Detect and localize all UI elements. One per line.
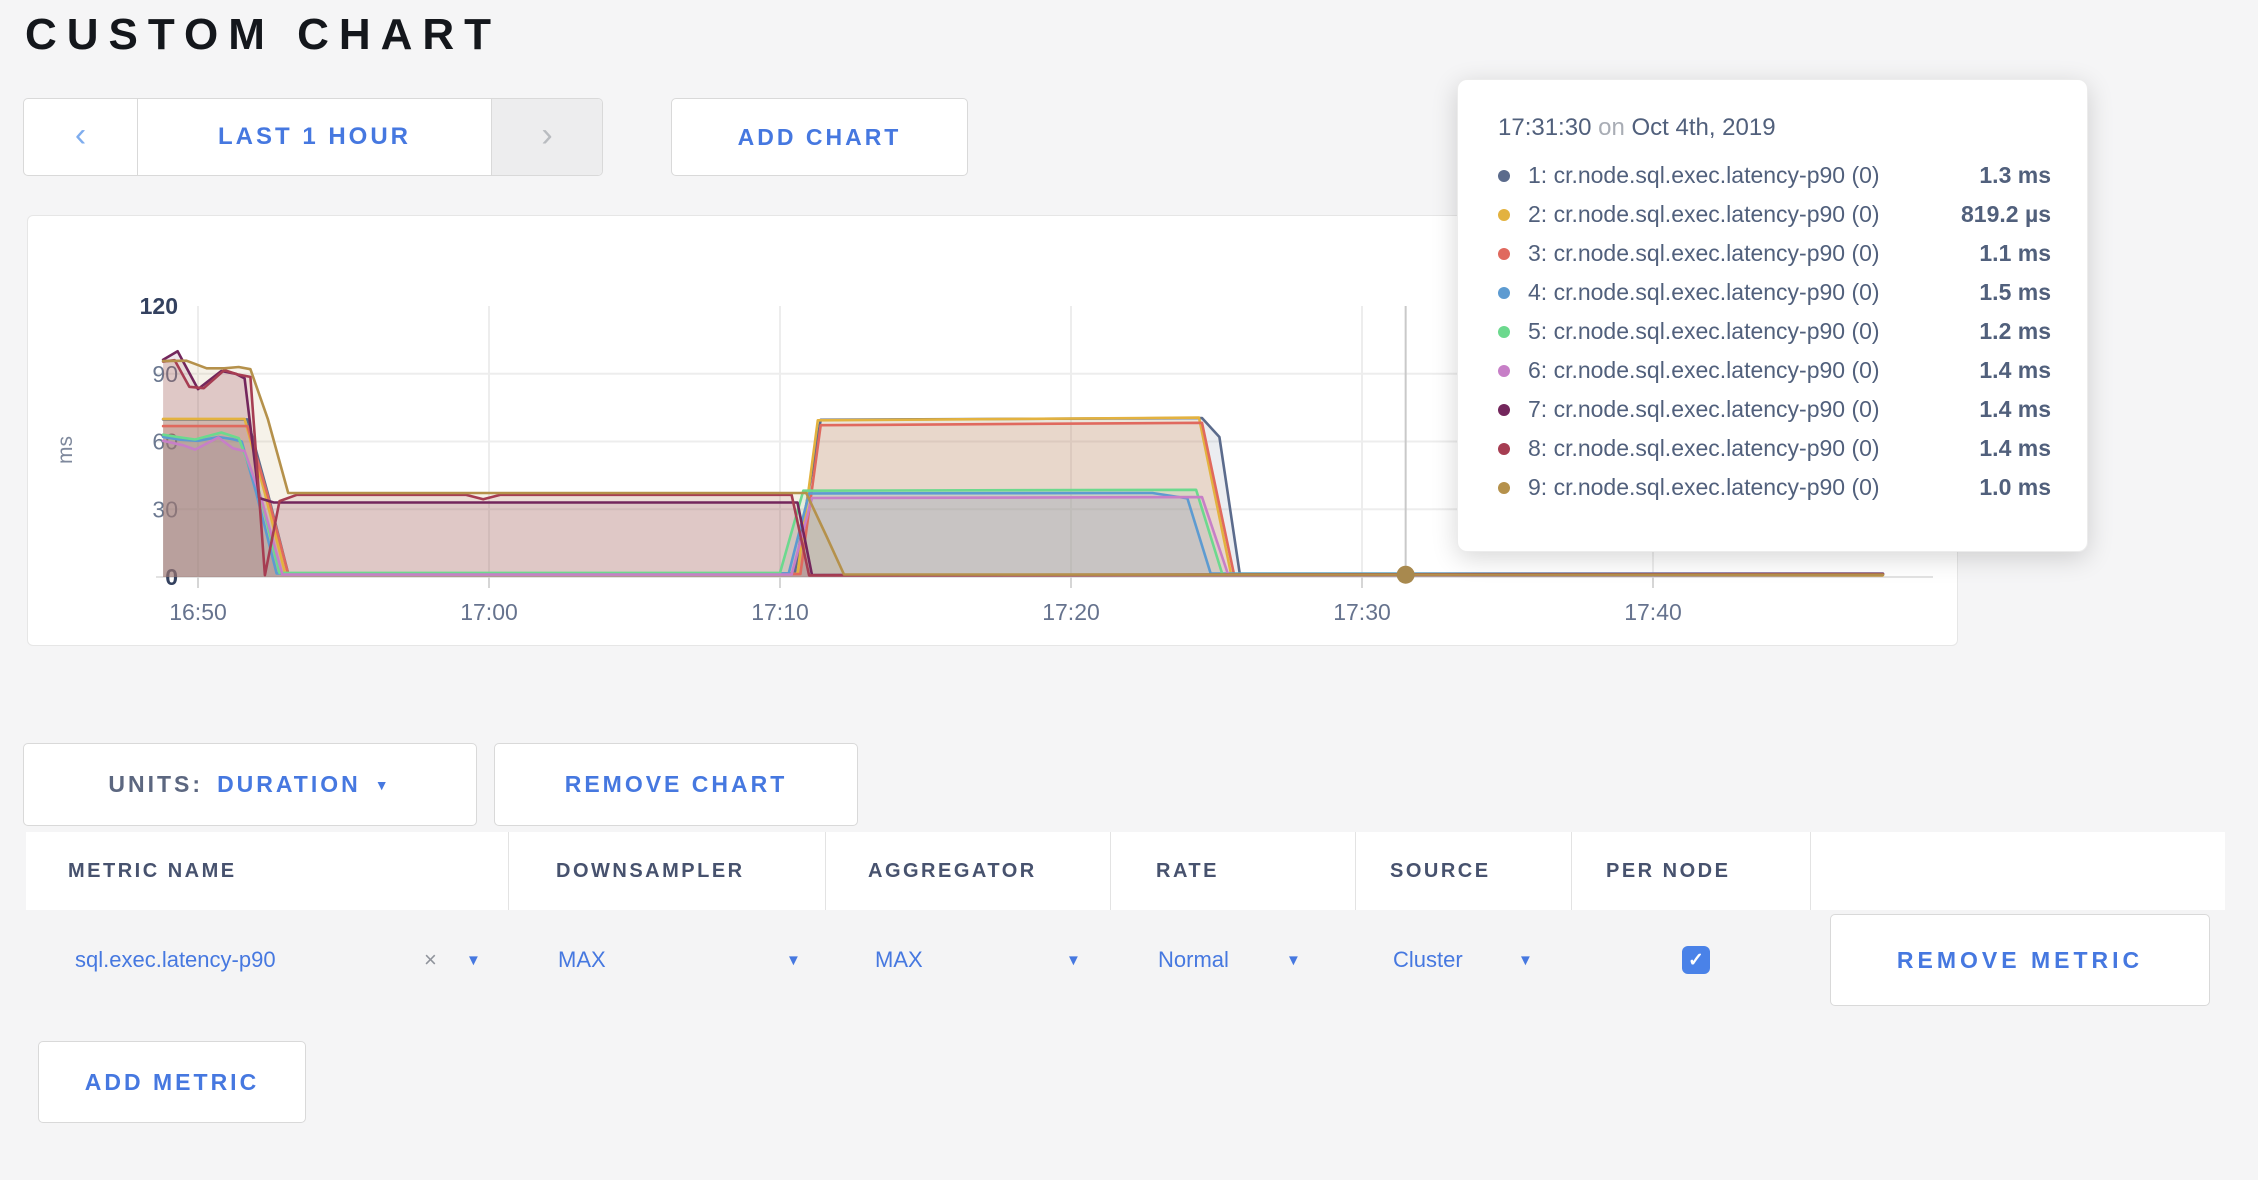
downsampler-value[interactable]: MAX <box>558 910 606 1010</box>
header-downsampler: DOWNSAMPLER <box>556 832 745 910</box>
chevron-right-icon: › <box>541 118 552 152</box>
column-divider <box>1571 832 1572 910</box>
remove-chart-label: REMOVE CHART <box>565 771 788 798</box>
series-color-dot <box>1498 248 1510 260</box>
remove-chart-button[interactable]: REMOVE CHART <box>494 743 858 826</box>
x-tick-label: 17:20 <box>1042 599 1100 625</box>
column-divider <box>1810 832 1811 910</box>
y-tick-label: 120 <box>140 293 178 319</box>
tooltip-row: 8: cr.node.sql.exec.latency-p90 (0)1.4 m… <box>1498 429 2051 468</box>
series-value: 1.4 ms <box>1979 435 2051 462</box>
tooltip-legend: 1: cr.node.sql.exec.latency-p90 (0)1.3 m… <box>1498 156 2051 507</box>
series-label: 2: cr.node.sql.exec.latency-p90 (0) <box>1528 201 1961 228</box>
column-divider <box>1355 832 1356 910</box>
time-range-selector: ‹ LAST 1 HOUR › <box>23 98 603 176</box>
add-metric-label: ADD METRIC <box>85 1069 259 1096</box>
series-label: 5: cr.node.sql.exec.latency-p90 (0) <box>1528 318 1979 345</box>
page-title: CUSTOM CHART <box>25 10 501 60</box>
tooltip-on-word: on <box>1598 114 1625 141</box>
header-rate: RATE <box>1156 832 1219 910</box>
series-label: 8: cr.node.sql.exec.latency-p90 (0) <box>1528 435 1979 462</box>
tooltip-row: 1: cr.node.sql.exec.latency-p90 (0)1.3 m… <box>1498 156 2051 195</box>
tooltip-timestamp: 17:31:30 on Oct 4th, 2019 <box>1498 114 2051 142</box>
add-chart-button[interactable]: ADD CHART <box>671 98 968 176</box>
custom-chart-page: CUSTOM CHART ‹ LAST 1 HOUR › ADD CHART 1… <box>0 0 2258 1180</box>
tooltip-row: 7: cr.node.sql.exec.latency-p90 (0)1.4 m… <box>1498 390 2051 429</box>
series-value: 819.2 µs <box>1961 201 2051 228</box>
x-tick-label: 17:00 <box>460 599 518 625</box>
tooltip-row: 2: cr.node.sql.exec.latency-p90 (0)819.2… <box>1498 195 2051 234</box>
series-color-dot <box>1498 365 1510 377</box>
series-value: 1.3 ms <box>1979 162 2051 189</box>
clear-metric-icon[interactable]: × <box>424 910 437 1010</box>
time-range-dropdown[interactable]: LAST 1 HOUR <box>138 99 491 175</box>
series-label: 6: cr.node.sql.exec.latency-p90 (0) <box>1528 357 1979 384</box>
per-node-checkbox[interactable]: ✓ <box>1682 946 1710 974</box>
series-label: 1: cr.node.sql.exec.latency-p90 (0) <box>1528 162 1979 189</box>
add-chart-label: ADD CHART <box>738 124 902 151</box>
source-caret-icon[interactable]: ▼ <box>1518 910 1533 1010</box>
column-divider <box>825 832 826 910</box>
header-aggregator: AGGREGATOR <box>868 832 1037 910</box>
series-color-dot <box>1498 443 1510 455</box>
remove-metric-button[interactable]: REMOVE METRIC <box>1830 914 2210 1006</box>
y-axis-unit-label: ms <box>54 436 77 464</box>
series-value: 1.4 ms <box>1979 396 2051 423</box>
series-color-dot <box>1498 482 1510 494</box>
column-divider <box>1110 832 1111 910</box>
series-color-dot <box>1498 209 1510 221</box>
series-label: 9: cr.node.sql.exec.latency-p90 (0) <box>1528 474 1979 501</box>
series-value: 1.5 ms <box>1979 279 2051 306</box>
metrics-table-header: METRIC NAME DOWNSAMPLER AGGREGATOR RATE … <box>26 832 2225 910</box>
tooltip-date: Oct 4th, 2019 <box>1631 114 1775 141</box>
check-icon: ✓ <box>1688 949 1704 972</box>
tooltip-row: 4: cr.node.sql.exec.latency-p90 (0)1.5 m… <box>1498 273 2051 312</box>
column-divider <box>508 832 509 910</box>
tooltip-time: 17:31:30 <box>1498 114 1591 141</box>
header-source: SOURCE <box>1390 832 1491 910</box>
chevron-left-icon: ‹ <box>75 118 86 152</box>
rate-value[interactable]: Normal <box>1158 910 1229 1010</box>
units-dropdown[interactable]: UNITS: DURATION ▼ <box>23 743 477 826</box>
tooltip-row: 9: cr.node.sql.exec.latency-p90 (0)1.0 m… <box>1498 468 2051 507</box>
header-metric-name: METRIC NAME <box>68 832 237 910</box>
tooltip-row: 3: cr.node.sql.exec.latency-p90 (0)1.1 m… <box>1498 234 2051 273</box>
x-tick-label: 17:30 <box>1333 599 1391 625</box>
series-value: 1.4 ms <box>1979 357 2051 384</box>
rate-caret-icon[interactable]: ▼ <box>1286 910 1301 1010</box>
series-color-dot <box>1498 404 1510 416</box>
series-value: 1.1 ms <box>1979 240 2051 267</box>
series-color-dot <box>1498 170 1510 182</box>
metric-name-value[interactable]: sql.exec.latency-p90 <box>75 910 276 1010</box>
x-tick-label: 17:40 <box>1624 599 1682 625</box>
units-label: UNITS: <box>108 771 203 798</box>
header-per-node: PER NODE <box>1606 832 1730 910</box>
time-range-next-button[interactable]: › <box>491 99 602 175</box>
series-value: 1.0 ms <box>1979 474 2051 501</box>
hover-point <box>1397 566 1415 584</box>
series-value: 1.2 ms <box>1979 318 2051 345</box>
downsampler-caret-icon[interactable]: ▼ <box>786 910 801 1010</box>
series-color-dot <box>1498 326 1510 338</box>
add-metric-button[interactable]: ADD METRIC <box>38 1041 306 1123</box>
source-value[interactable]: Cluster <box>1393 910 1463 1010</box>
x-tick-label: 17:10 <box>751 599 809 625</box>
aggregator-value[interactable]: MAX <box>875 910 923 1010</box>
metric-name-caret-icon[interactable]: ▼ <box>466 910 481 1010</box>
series-color-dot <box>1498 287 1510 299</box>
series-label: 7: cr.node.sql.exec.latency-p90 (0) <box>1528 396 1979 423</box>
x-tick-label: 16:50 <box>169 599 227 625</box>
time-range-label: LAST 1 HOUR <box>218 123 411 151</box>
remove-metric-label: REMOVE METRIC <box>1897 947 2143 974</box>
aggregator-caret-icon[interactable]: ▼ <box>1066 910 1081 1010</box>
tooltip-row: 6: cr.node.sql.exec.latency-p90 (0)1.4 m… <box>1498 351 2051 390</box>
chevron-down-icon: ▼ <box>375 777 392 793</box>
units-value: DURATION <box>217 771 361 798</box>
series-label: 3: cr.node.sql.exec.latency-p90 (0) <box>1528 240 1979 267</box>
chart-tooltip: 17:31:30 on Oct 4th, 2019 1: cr.node.sql… <box>1457 79 2088 552</box>
time-range-prev-button[interactable]: ‹ <box>24 99 138 175</box>
tooltip-row: 5: cr.node.sql.exec.latency-p90 (0)1.2 m… <box>1498 312 2051 351</box>
series-label: 4: cr.node.sql.exec.latency-p90 (0) <box>1528 279 1979 306</box>
